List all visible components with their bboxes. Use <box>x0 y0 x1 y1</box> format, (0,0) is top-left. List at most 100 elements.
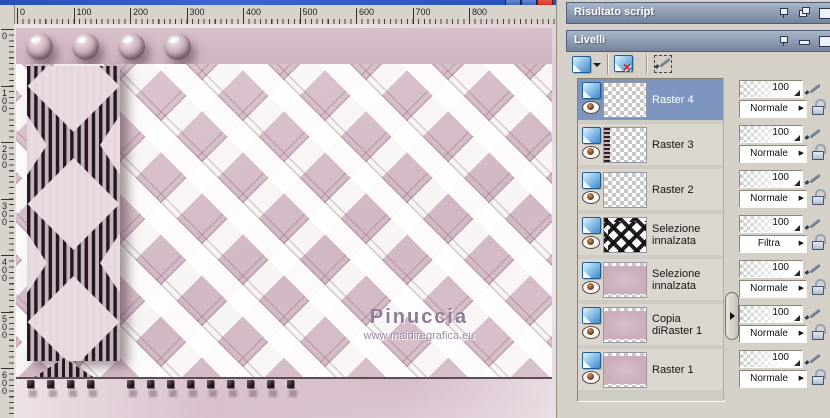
ruler-major-tick <box>1 311 13 313</box>
ruler-label: 100 <box>2 87 8 114</box>
layer-name: Copia diRaster 1 <box>652 312 703 337</box>
ruler-label: 0 <box>20 7 26 17</box>
blend-mode-value: Normale <box>750 328 788 339</box>
lock-transparency-icon[interactable] <box>811 279 826 295</box>
ruler-major-tick <box>1 29 13 30</box>
layer-row-raster-1[interactable]: Raster 1 <box>578 349 724 390</box>
pin-icon[interactable] <box>778 35 790 47</box>
opacity-slider-handle[interactable] <box>794 225 800 231</box>
dropdown-arrow-icon[interactable]: ▶ <box>799 239 804 247</box>
blend-mode-dropdown[interactable]: Normale ▶ <box>739 325 807 343</box>
dropdown-arrow-icon[interactable]: ▶ <box>799 149 804 157</box>
lock-transparency-icon[interactable] <box>811 324 826 340</box>
layer-row-raster-4[interactable]: Raster 4 <box>578 79 724 120</box>
opacity-slider-handle[interactable] <box>794 90 800 96</box>
brush-link-icon[interactable] <box>804 171 826 187</box>
close-icon[interactable] <box>819 35 830 47</box>
blend-mode-dropdown[interactable]: Normale ▶ <box>739 280 807 298</box>
opacity-slider-handle[interactable] <box>794 315 800 321</box>
eye-visibility-icon[interactable] <box>582 326 600 339</box>
eye-visibility-icon[interactable] <box>582 191 600 204</box>
lock-transparency-icon[interactable] <box>811 144 826 160</box>
artwork-orb <box>72 33 99 60</box>
canvas-viewport[interactable]: Pinuccia www.maidiregrafica.eu <box>14 24 557 418</box>
layer-row-selezione-innalzata[interactable]: Selezione innalzata <box>578 214 724 255</box>
dropdown-arrow-icon[interactable]: ▶ <box>799 104 804 112</box>
brush-link-icon[interactable] <box>804 216 826 232</box>
brush-link-icon[interactable] <box>804 126 826 142</box>
lock-transparency-icon[interactable] <box>811 189 826 205</box>
opacity-slider-handle[interactable] <box>794 135 800 141</box>
lock-transparency-icon[interactable] <box>811 99 826 115</box>
blend-mode-value: Normale <box>750 193 788 204</box>
delete-layer-button[interactable]: × <box>612 53 644 76</box>
artwork-tack <box>247 380 257 397</box>
watermark-title: Pinuccia <box>369 306 469 328</box>
artwork-tack <box>167 380 177 397</box>
dropdown-arrow-icon[interactable]: ▶ <box>799 194 804 202</box>
blend-mode-dropdown[interactable]: Normale ▶ <box>739 145 807 163</box>
opacity-slider-handle[interactable] <box>794 270 800 276</box>
toolbar-divider <box>607 54 609 74</box>
opacity-slider[interactable]: 100 <box>739 260 803 278</box>
dropdown-arrow-icon[interactable] <box>593 63 601 67</box>
layer-row-selezione-innalzata[interactable]: Selezione innalzata <box>578 259 724 300</box>
eye-visibility-icon[interactable] <box>582 236 600 249</box>
expand-arrow-icon <box>730 312 735 320</box>
script-result-panel-header[interactable]: Risultato script <box>566 2 830 24</box>
layer-thumbnail <box>603 127 647 163</box>
pin-icon[interactable] <box>778 7 790 19</box>
ruler-label: 100 <box>76 7 92 17</box>
opacity-slider-handle[interactable] <box>794 360 800 366</box>
collapse-icon[interactable] <box>798 35 810 47</box>
opacity-slider[interactable]: 100 <box>739 215 803 233</box>
blend-mode-value: Normale <box>750 373 788 384</box>
layer-thumbnail <box>603 82 647 118</box>
artwork-orb <box>118 33 145 60</box>
lock-transparency-icon[interactable] <box>811 234 826 250</box>
artwork-tack <box>207 380 217 397</box>
brush-link-icon[interactable] <box>804 261 826 277</box>
ruler-major-tick <box>243 8 244 24</box>
dropdown-arrow-icon[interactable]: ▶ <box>799 284 804 292</box>
opacity-slider[interactable]: 100 <box>739 125 803 143</box>
opacity-slider-handle[interactable] <box>794 180 800 186</box>
edit-selection-button[interactable] <box>651 53 683 76</box>
brush-link-icon[interactable] <box>804 351 826 367</box>
eye-visibility-icon[interactable] <box>582 371 600 384</box>
opacity-slider[interactable]: 100 <box>739 350 803 368</box>
blend-mode-dropdown[interactable]: Filtra ▶ <box>739 235 807 253</box>
splitter-handle[interactable] <box>725 292 739 340</box>
opacity-slider[interactable]: 100 <box>739 305 803 323</box>
artwork-tack <box>27 380 37 397</box>
close-icon[interactable] <box>819 7 830 19</box>
blend-mode-dropdown[interactable]: Normale ▶ <box>739 370 807 388</box>
float-icon[interactable] <box>798 7 810 19</box>
layer-row-copia-diraster-1[interactable]: Copia diRaster 1 <box>578 304 724 345</box>
layer-list: Raster 4 Raster 3 Raster 2 Selezione innalz… <box>577 78 725 402</box>
eye-visibility-icon[interactable] <box>582 281 600 294</box>
layers-panel-header[interactable]: Livelli <box>566 30 830 52</box>
ruler-major-tick <box>1 142 13 143</box>
opacity-slider[interactable]: 100 <box>739 80 803 98</box>
new-layer-button[interactable] <box>570 53 602 76</box>
artwork-tack <box>67 380 77 397</box>
layer-row-raster-3[interactable]: Raster 3 <box>578 124 724 165</box>
opacity-value: 100 <box>772 217 789 228</box>
layer-row-raster-2[interactable]: Raster 2 <box>578 169 724 210</box>
layer-name: Raster 2 <box>652 183 694 196</box>
blend-mode-dropdown[interactable]: Normale ▶ <box>739 190 807 208</box>
lock-transparency-icon[interactable] <box>811 369 826 385</box>
opacity-value: 100 <box>772 352 789 363</box>
brush-link-icon[interactable] <box>804 81 826 97</box>
blend-mode-dropdown[interactable]: Normale ▶ <box>739 100 807 118</box>
brush-link-icon[interactable] <box>804 306 826 322</box>
opacity-slider[interactable]: 100 <box>739 170 803 188</box>
dropdown-arrow-icon[interactable]: ▶ <box>799 329 804 337</box>
dropdown-arrow-icon[interactable]: ▶ <box>799 374 804 382</box>
horizontal-ruler: 0 100 200 300 400 500 600 700 800 <box>0 5 556 25</box>
eye-visibility-icon[interactable] <box>582 101 600 114</box>
eye-visibility-icon[interactable] <box>582 146 600 159</box>
artwork-orb <box>26 33 53 60</box>
artwork-tack <box>287 380 297 397</box>
